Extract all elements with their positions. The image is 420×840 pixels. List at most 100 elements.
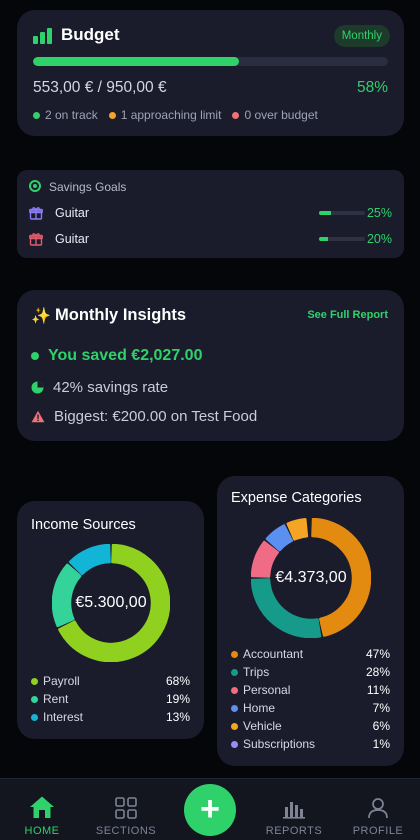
legend-on-track: 2 on track xyxy=(33,108,98,122)
add-transaction-button[interactable]: + xyxy=(184,784,236,836)
expense-donut-chart[interactable]: €4.373,00 xyxy=(250,517,372,639)
savings-goals-card[interactable]: Savings Goals Guitar 25% Guitar 20% xyxy=(17,170,404,258)
budget-percent: 58% xyxy=(356,79,388,96)
legend-item-payroll: Payroll 68% xyxy=(31,674,190,692)
nav-home[interactable]: HOME xyxy=(2,779,82,840)
insights-title: Monthly Insights xyxy=(55,306,187,324)
legend-name: Personal xyxy=(243,683,291,697)
status-dot xyxy=(33,111,40,119)
legend-percent: 7% xyxy=(372,701,390,715)
goal-percent: 25% xyxy=(366,206,392,220)
nav-profile-label: PROFILE xyxy=(352,825,404,837)
income-total: €5.300,00 xyxy=(75,594,147,611)
insight-saved: You saved €2,027.00 xyxy=(31,347,202,365)
insight-biggest-text: Biggest: €200.00 on Test Food xyxy=(54,408,258,425)
goal-progress-bar xyxy=(319,211,365,215)
budget-status-legend: 2 on track 1 approaching limit 0 over bu… xyxy=(33,108,318,122)
donut-slice-interest[interactable] xyxy=(68,543,111,576)
legend-dot xyxy=(231,741,238,748)
goal-row[interactable]: Guitar 25% xyxy=(29,205,392,223)
legend-name: Vehicle xyxy=(243,719,282,733)
income-sources-card[interactable]: Income Sources €5.300,00 Payroll 68% Ren… xyxy=(17,501,204,739)
savings-goals-title: Savings Goals xyxy=(49,180,127,194)
legend-over-budget: 0 over budget xyxy=(232,108,318,122)
expense-chart-title: Expense Categories xyxy=(231,490,362,506)
budget-title: Budget xyxy=(61,25,120,44)
legend-percent: 68% xyxy=(165,674,190,688)
goal-progress-fill xyxy=(319,237,329,241)
target-icon xyxy=(29,180,41,192)
donut-slice-trips[interactable] xyxy=(250,578,322,639)
legend-dot xyxy=(231,723,238,730)
goal-percent: 20% xyxy=(366,232,392,246)
legend-item-subscriptions: Subscriptions 1% xyxy=(231,737,390,755)
legend-approaching: 1 approaching limit xyxy=(108,108,222,122)
legend-item-personal: Personal 11% xyxy=(231,683,390,701)
nav-home-label: HOME xyxy=(24,825,60,837)
legend-percent: 1% xyxy=(372,737,390,751)
legend-percent: 6% xyxy=(372,719,390,733)
goal-name: Guitar xyxy=(55,206,90,220)
gift-icon xyxy=(29,207,43,220)
legend-dot xyxy=(231,705,238,712)
legend-name: Subscriptions xyxy=(243,737,316,751)
goal-progress-bar xyxy=(319,237,365,241)
legend-dot xyxy=(231,687,238,694)
goal-name: Guitar xyxy=(55,232,90,246)
legend-item-accountant: Accountant 47% xyxy=(231,647,390,665)
legend-dot xyxy=(31,696,38,703)
legend-dot xyxy=(31,678,38,685)
pie-chart-icon xyxy=(31,381,44,394)
legend-percent: 47% xyxy=(365,647,390,661)
budget-amount: 553,00 € / 950,00 € xyxy=(33,79,167,96)
legend-percent: 11% xyxy=(366,683,390,697)
green-dot-icon xyxy=(31,352,39,360)
legend-item-vehicle: Vehicle 6% xyxy=(231,719,390,737)
gift-icon xyxy=(29,233,43,246)
legend-name: Trips xyxy=(243,665,270,679)
warning-icon xyxy=(31,410,45,423)
legend-label: 1 approaching limit xyxy=(120,108,222,122)
legend-dot xyxy=(31,714,38,721)
income-legend: Payroll 68% Rent 19% Interest 13% xyxy=(31,674,190,728)
insight-rate: 42% savings rate xyxy=(31,379,168,396)
home-icon xyxy=(30,796,54,818)
sparkles-icon: ✨ xyxy=(31,308,51,325)
see-full-report-link[interactable]: See Full Report xyxy=(307,309,388,321)
expense-legend: Accountant 47% Trips 28% Personal 11% Ho… xyxy=(231,647,390,755)
user-icon xyxy=(368,798,388,819)
legend-label: 2 on track xyxy=(45,108,98,122)
nav-profile[interactable]: PROFILE xyxy=(338,779,418,840)
period-badge[interactable]: Monthly xyxy=(333,25,390,47)
goal-row[interactable]: Guitar 20% xyxy=(29,231,392,249)
legend-name: Home xyxy=(243,701,276,715)
legend-item-home: Home 7% xyxy=(231,701,390,719)
legend-name: Rent xyxy=(43,692,69,706)
insight-biggest: Biggest: €200.00 on Test Food xyxy=(31,408,257,425)
nav-reports-label: REPORTS xyxy=(265,825,323,837)
budget-card[interactable]: Budget Monthly 553,00 € / 950,00 € 58% 2… xyxy=(17,10,404,136)
budget-progress-bar xyxy=(33,57,388,66)
status-dot xyxy=(108,111,116,119)
status-dot xyxy=(232,111,240,119)
legend-percent: 28% xyxy=(365,665,390,679)
expense-total: €4.373,00 xyxy=(275,569,347,586)
legend-percent: 19% xyxy=(165,692,190,706)
legend-name: Accountant xyxy=(243,647,304,661)
nav-sections[interactable]: SECTIONS xyxy=(86,779,166,840)
legend-percent: 13% xyxy=(165,710,190,724)
income-chart-title: Income Sources xyxy=(31,517,136,533)
legend-item-trips: Trips 28% xyxy=(231,665,390,683)
status-bar xyxy=(0,0,420,6)
grid-icon xyxy=(115,797,137,819)
nav-reports[interactable]: REPORTS xyxy=(254,779,334,840)
income-donut-chart[interactable]: €5.300,00 xyxy=(51,543,171,663)
plus-icon: + xyxy=(200,789,220,828)
insight-saved-text: You saved €2,027.00 xyxy=(48,347,203,364)
budget-progress-fill xyxy=(33,57,239,66)
legend-name: Interest xyxy=(43,710,84,724)
expense-categories-card[interactable]: Expense Categories €4.373,00 Accountant … xyxy=(217,476,404,766)
nav-sections-label: SECTIONS xyxy=(95,825,157,837)
monthly-insights-card: ✨ Monthly Insights See Full Report You s… xyxy=(17,290,404,441)
legend-name: Payroll xyxy=(43,674,80,688)
